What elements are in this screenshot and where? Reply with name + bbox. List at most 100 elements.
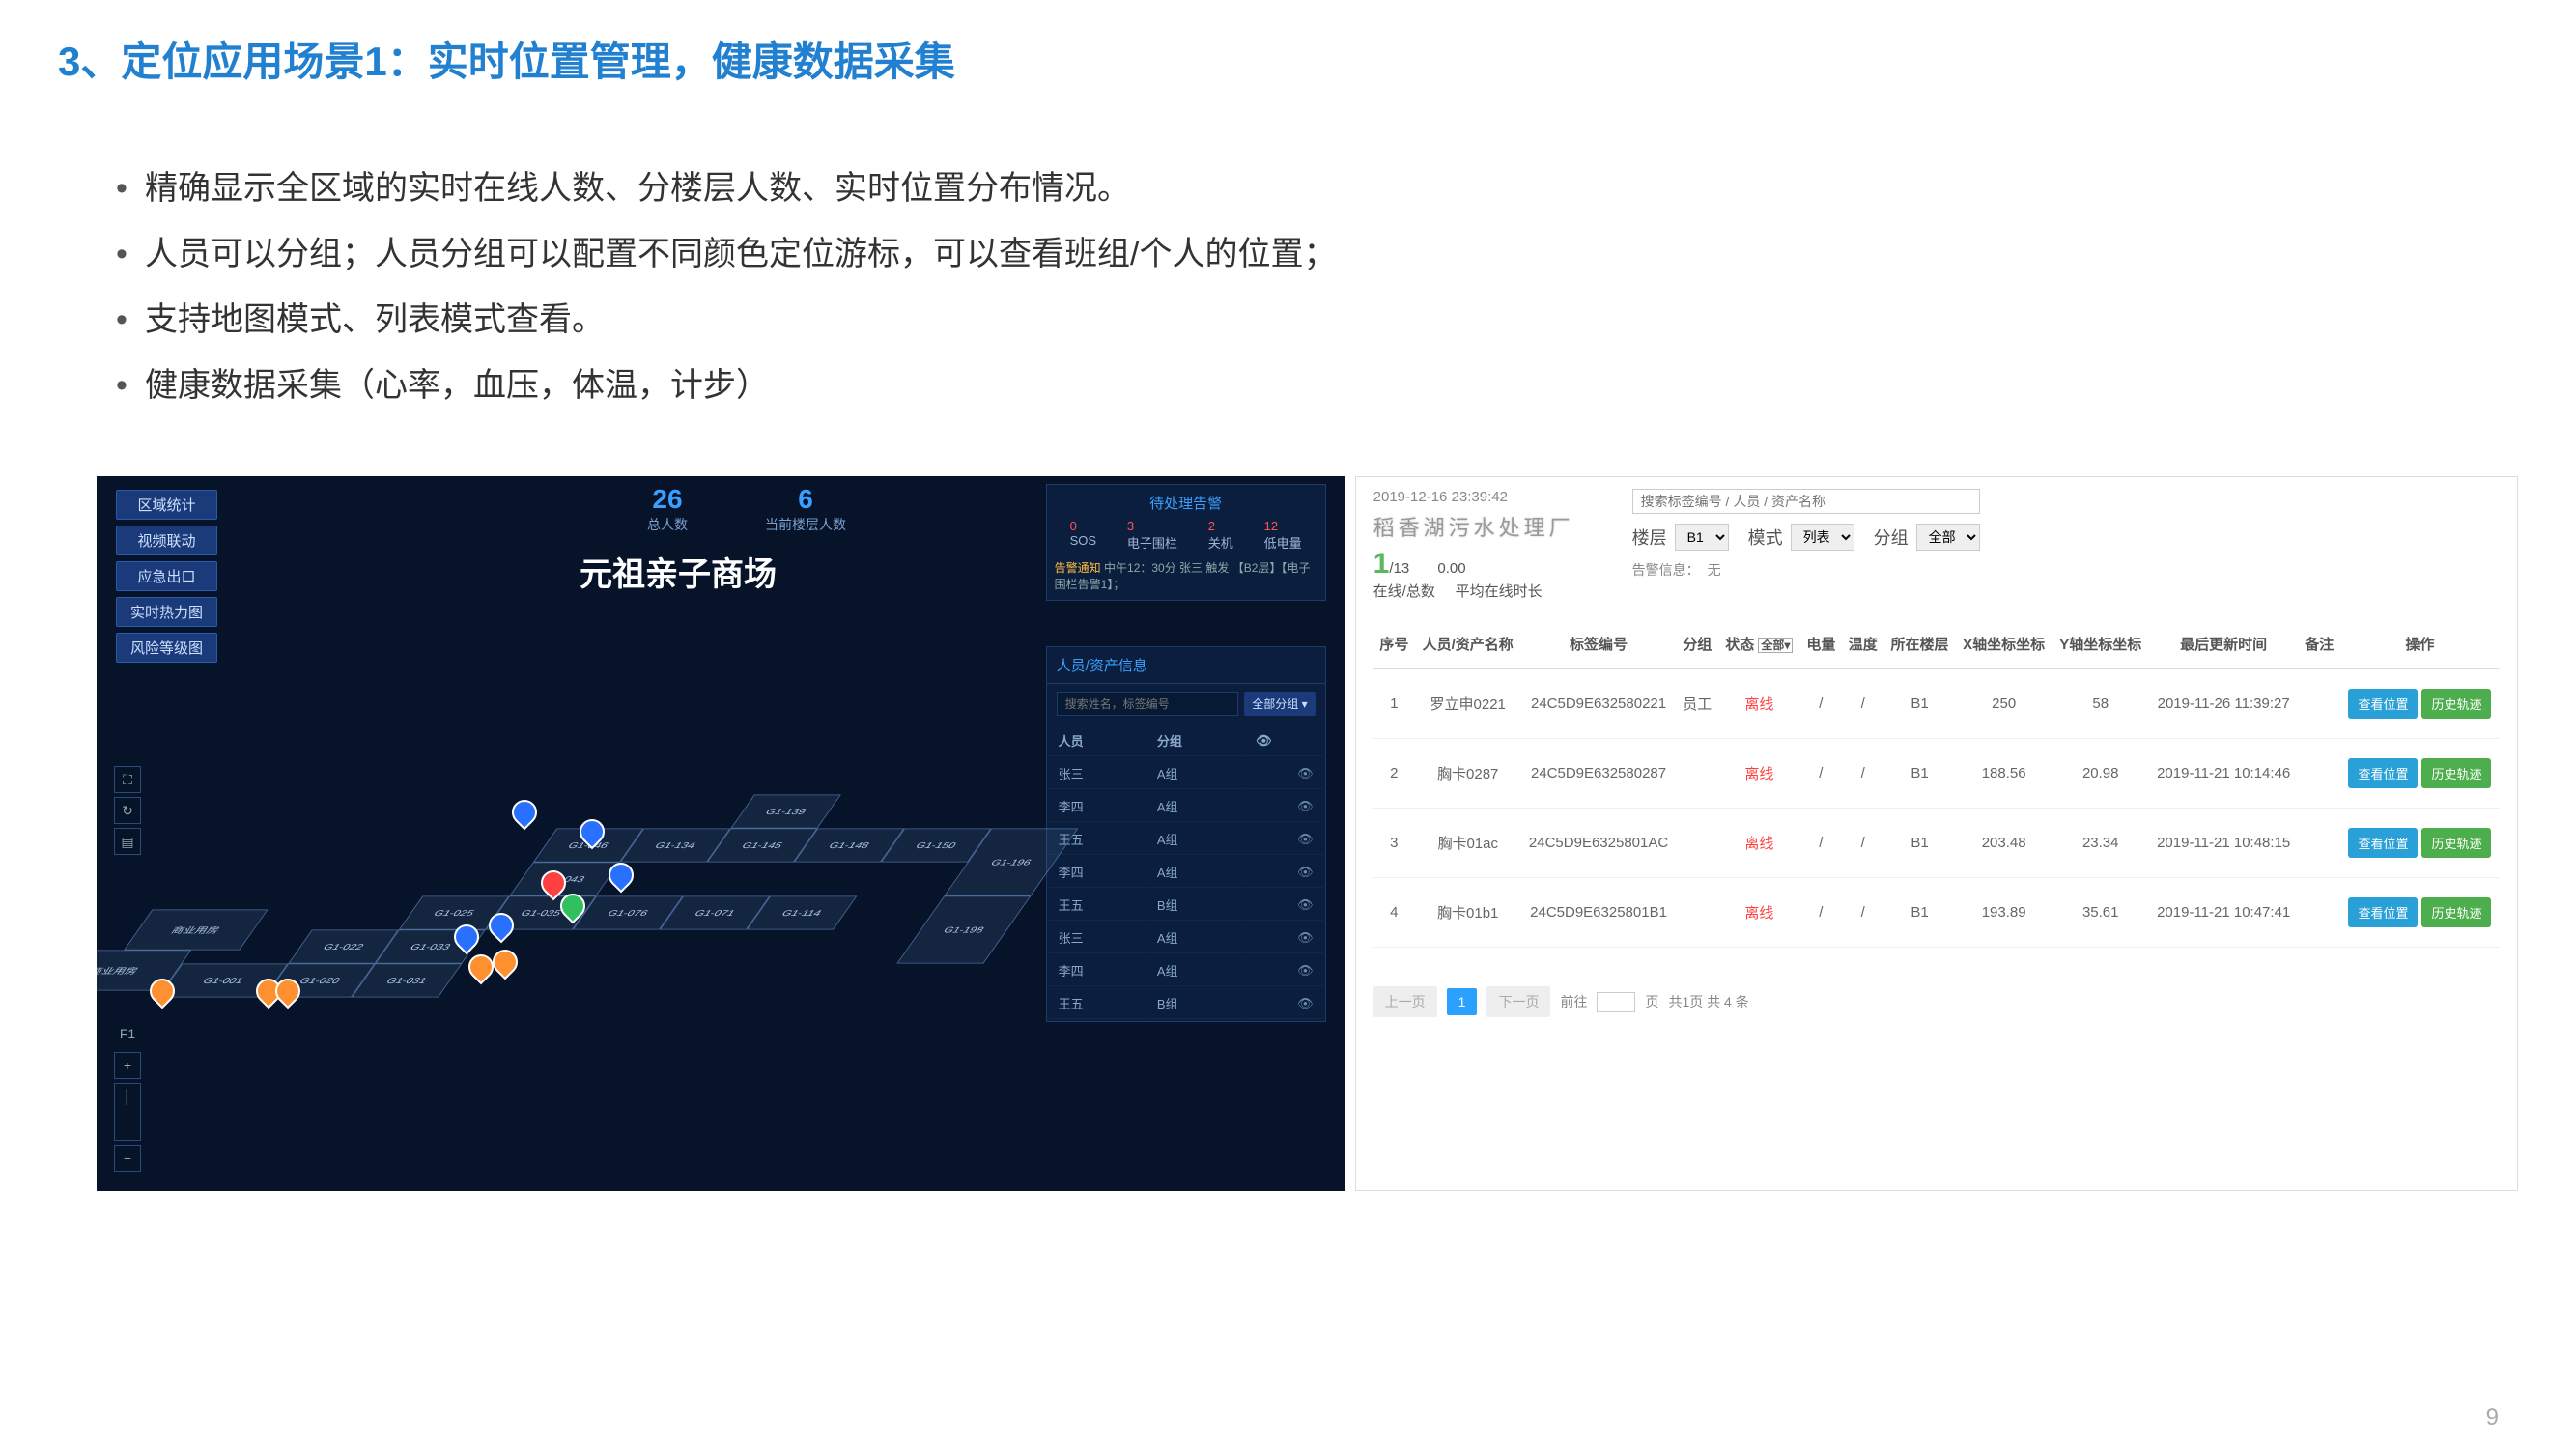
asset-th: 人员 bbox=[1049, 725, 1146, 756]
asset-group-select[interactable]: 全部分组 ▾ bbox=[1244, 692, 1315, 716]
eye-icon[interactable]: 👁 bbox=[1297, 930, 1314, 946]
rotate-icon[interactable]: ↻ bbox=[114, 797, 141, 824]
status-filter-select[interactable]: 全部▾ bbox=[1758, 638, 1793, 653]
timestamp: 2019-12-16 23:39:42 bbox=[1373, 489, 1574, 505]
eye-icon[interactable]: 👁 bbox=[1297, 832, 1314, 847]
sidebar-btn[interactable]: 应急出口 bbox=[116, 561, 217, 591]
map-tool-left: ⛶ ↻ ▤ bbox=[114, 766, 141, 855]
prev-page-button[interactable]: 上一页 bbox=[1373, 986, 1437, 1017]
view-location-button[interactable]: 查看位置 bbox=[2348, 689, 2418, 719]
table-header: 备注 bbox=[2299, 620, 2340, 668]
table-row: 4胸卡01b124C5D9E6325801B1 离线//B1 193.8935.… bbox=[1373, 878, 2500, 948]
eye-icon[interactable]: 👁 bbox=[1297, 897, 1314, 913]
sidebar-btn[interactable]: 风险等级图 bbox=[116, 633, 217, 663]
watermark-logo: 稻香湖污水处理厂 bbox=[1373, 511, 1574, 542]
table-row: 3胸卡01ac24C5D9E6325801AC 离线//B1 203.4823.… bbox=[1373, 809, 2500, 878]
zoom-out-icon[interactable]: − bbox=[114, 1145, 141, 1172]
next-page-button[interactable]: 下一页 bbox=[1486, 986, 1550, 1017]
bullet-item: 支持地图模式、列表模式查看。 bbox=[116, 287, 2518, 353]
table-header: 电量 bbox=[1800, 620, 1842, 668]
table-header: 状态 全部▾ bbox=[1718, 620, 1800, 668]
asset-row[interactable]: 王五B组👁 bbox=[1049, 890, 1323, 921]
filter-group-select[interactable]: 全部 bbox=[1916, 524, 1980, 551]
room: G1-198 bbox=[896, 896, 1031, 964]
view-location-button[interactable]: 查看位置 bbox=[2348, 897, 2418, 927]
asset-row[interactable]: 张三A组👁 bbox=[1049, 923, 1323, 953]
asset-row[interactable]: 王五A组👁 bbox=[1049, 824, 1323, 855]
jump-page-input[interactable] bbox=[1597, 992, 1635, 1012]
asset-row[interactable]: 李四A组👁 bbox=[1049, 955, 1323, 986]
room: G1-139 bbox=[730, 795, 841, 829]
filter-mode-select[interactable]: 列表 bbox=[1791, 524, 1854, 551]
map-sidebar: 区域统计 视频联动 应急出口 实时热力图 风险等级图 bbox=[116, 490, 217, 663]
history-track-button[interactable]: 历史轨迹 bbox=[2421, 828, 2491, 858]
table-row: 1罗立申022124C5D9E632580221员工 离线//B1 250582… bbox=[1373, 668, 2500, 739]
filter-group-label: 分组 bbox=[1874, 525, 1909, 550]
asset-th: 分组 bbox=[1147, 725, 1244, 756]
list-filters: 楼层 B1 模式 列表 分组 全部 告警信息：无 bbox=[1632, 489, 2500, 589]
list-search-input[interactable] bbox=[1632, 489, 1980, 514]
current-page[interactable]: 1 bbox=[1447, 988, 1478, 1015]
asset-row[interactable]: 王五B组👁 bbox=[1049, 988, 1323, 1019]
asset-table: 人员分组👁 张三A组👁李四A组👁王五A组👁李四A组👁王五B组👁张三A组👁李四A组… bbox=[1047, 724, 1325, 1021]
asset-panel: 人员/资产信息 全部分组 ▾ 人员分组👁 张三A组👁李四A组👁王五A组👁李四A组… bbox=[1046, 646, 1326, 1022]
alert-notice-label: 告警通知 bbox=[1055, 561, 1101, 575]
alert-label: 电子围栏 bbox=[1127, 533, 1177, 552]
eye-icon[interactable]: 👁 bbox=[1297, 799, 1314, 814]
alert-count: 12 bbox=[1264, 519, 1302, 533]
table-header: 操作 bbox=[2340, 620, 2500, 668]
online-label: 在线/总数 bbox=[1373, 583, 1435, 600]
history-track-button[interactable]: 历史轨迹 bbox=[2421, 897, 2491, 927]
avg-label: 平均在线时长 bbox=[1456, 583, 1543, 600]
alert-label: 低电量 bbox=[1264, 533, 1302, 552]
fullscreen-icon[interactable]: ⛶ bbox=[114, 766, 141, 793]
map-title: 元祖亲子商场 bbox=[580, 548, 777, 595]
asset-search-input[interactable] bbox=[1057, 692, 1239, 716]
table-header: 最后更新时间 bbox=[2149, 620, 2299, 668]
room: 商业用房 bbox=[124, 910, 268, 951]
bullet-item: 健康数据采集（心率，血压，体温，计步） bbox=[116, 353, 2518, 418]
bullet-item: 人员可以分组；人员分组可以配置不同颜色定位游标，可以查看班组/个人的位置； bbox=[116, 221, 2518, 287]
sidebar-btn[interactable]: 实时热力图 bbox=[116, 597, 217, 627]
table-header: 所在楼层 bbox=[1883, 620, 1955, 668]
alarm-label: 告警信息： bbox=[1632, 560, 1700, 580]
online-count: 1 bbox=[1373, 548, 1390, 580]
table-header: 标签编号 bbox=[1520, 620, 1676, 668]
sidebar-btn[interactable]: 视频联动 bbox=[116, 526, 217, 555]
alert-count: 2 bbox=[1208, 519, 1233, 533]
zoom-in-icon[interactable]: + bbox=[114, 1052, 141, 1079]
view-location-button[interactable]: 查看位置 bbox=[2348, 828, 2418, 858]
alert-count: 0 bbox=[1070, 519, 1096, 533]
eye-icon[interactable]: 👁 bbox=[1297, 766, 1314, 781]
asset-th: 👁 bbox=[1246, 725, 1323, 756]
alarm-value: 无 bbox=[1708, 560, 1721, 580]
page-total: 共1页 共 4 条 bbox=[1668, 992, 1748, 1011]
bullet-list: 精确显示全区域的实时在线人数、分楼层人数、实时位置分布情况。 人员可以分组；人员… bbox=[116, 156, 2518, 418]
table-header: 人员/资产名称 bbox=[1415, 620, 1520, 668]
eye-icon[interactable]: 👁 bbox=[1297, 996, 1314, 1011]
filter-mode-label: 模式 bbox=[1748, 525, 1783, 550]
asset-row[interactable]: 张三A组👁 bbox=[1049, 758, 1323, 789]
table-row: 2胸卡028724C5D9E632580287 离线//B1 188.5620.… bbox=[1373, 739, 2500, 809]
page-suffix: 页 bbox=[1645, 992, 1658, 1011]
eye-icon[interactable]: 👁 bbox=[1297, 865, 1314, 880]
history-track-button[interactable]: 历史轨迹 bbox=[2421, 689, 2491, 719]
alert-count: 3 bbox=[1127, 519, 1177, 533]
page-number: 9 bbox=[2486, 1405, 2499, 1432]
map-view-screenshot: 区域统计 视频联动 应急出口 实时热力图 风险等级图 26总人数 6当前楼层人数… bbox=[97, 476, 1345, 1191]
sidebar-btn[interactable]: 区域统计 bbox=[116, 490, 217, 520]
alert-label: SOS bbox=[1070, 533, 1096, 548]
zoom-slider[interactable]: │ bbox=[114, 1083, 141, 1141]
pagination: 上一页 1 下一页 前往 页 共1页 共 4 条 bbox=[1373, 986, 2500, 1017]
history-track-button[interactable]: 历史轨迹 bbox=[2421, 758, 2491, 788]
view-location-button[interactable]: 查看位置 bbox=[2348, 758, 2418, 788]
layer-icon[interactable]: ▤ bbox=[114, 828, 141, 855]
alert-panel: 待处理告警 0SOS 3电子围栏 2关机 12低电量 告警通知 中午12：30分… bbox=[1046, 484, 1326, 601]
table-header: Y轴坐标坐标 bbox=[2052, 620, 2149, 668]
floor-label: F1 bbox=[114, 1021, 141, 1048]
bullet-item: 精确显示全区域的实时在线人数、分楼层人数、实时位置分布情况。 bbox=[116, 156, 2518, 221]
eye-icon[interactable]: 👁 bbox=[1297, 963, 1314, 979]
filter-floor-select[interactable]: B1 bbox=[1675, 524, 1729, 551]
data-table: 序号人员/资产名称标签编号分组状态 全部▾电量温度所在楼层X轴坐标坐标Y轴坐标坐… bbox=[1373, 620, 2500, 948]
asset-row[interactable]: 李四A组👁 bbox=[1049, 857, 1323, 888]
